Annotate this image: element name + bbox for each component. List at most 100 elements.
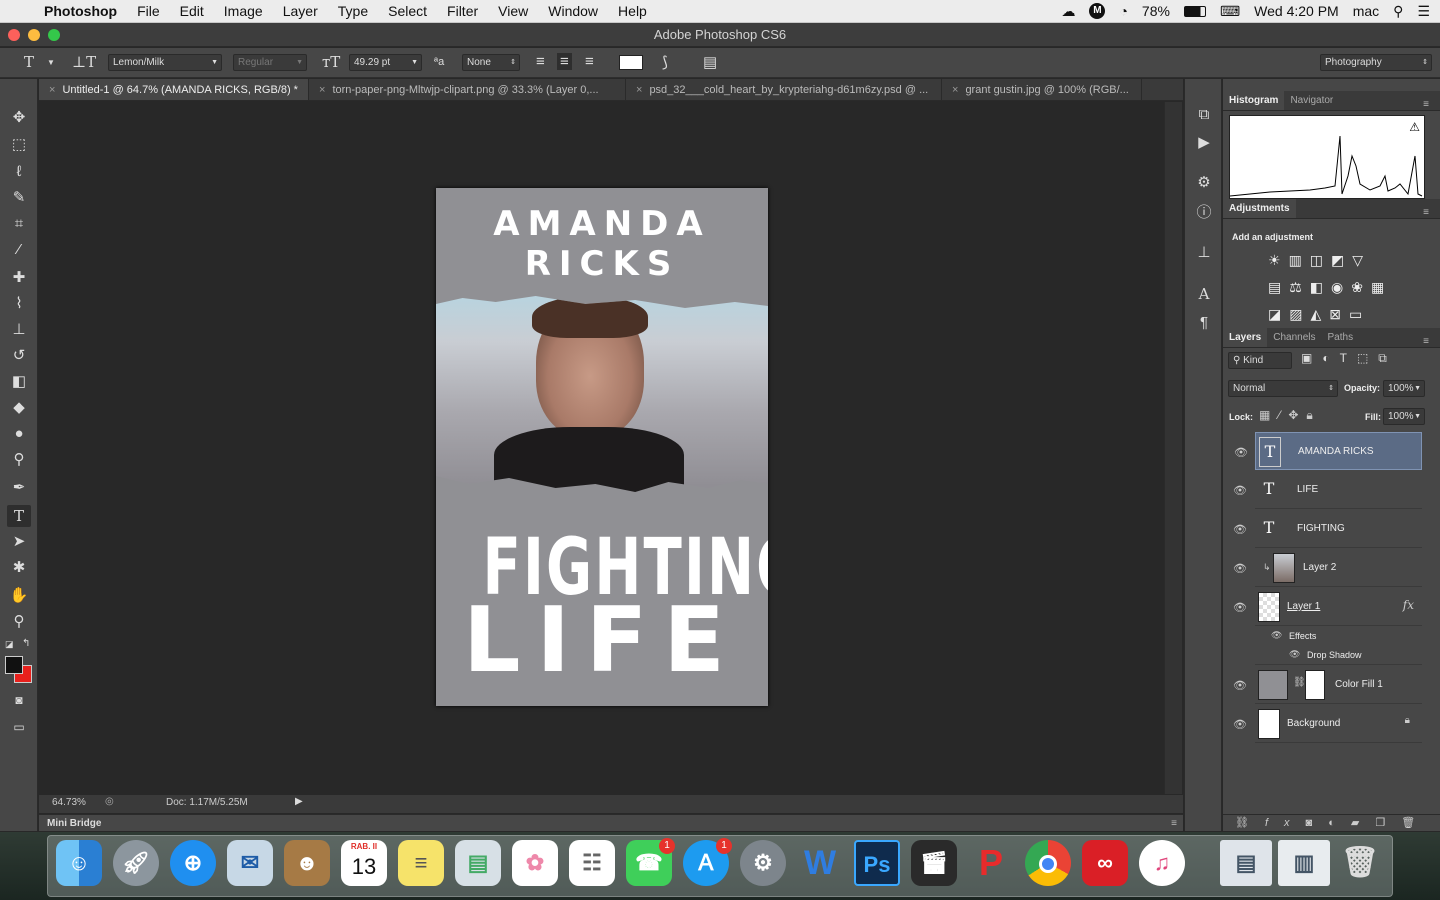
info-panel-icon[interactable]: ⓘ [1194,203,1214,223]
color-balance-icon[interactable]: ⚖ [1289,279,1310,295]
dock-preview-icon[interactable]: ▤ [455,840,501,886]
screen-mode-icon[interactable]: ▭ [7,716,31,738]
keyboard-layout-icon[interactable]: ⌨ [1220,3,1240,20]
menu-select[interactable]: Select [378,3,437,19]
lock-all-icon[interactable]: 🔒︎ [1306,408,1320,422]
history-panel-icon[interactable]: ⧉ [1194,105,1214,125]
panel-menu-icon[interactable]: ≡ [1417,332,1435,352]
fill-input[interactable]: 100% ▼ [1383,408,1425,425]
tab-layers[interactable]: Layers [1223,328,1268,347]
dock-launchpad-icon[interactable]: 🚀︎ [113,840,159,886]
dock-photoshop-icon[interactable]: Ps [854,840,900,886]
crop-tool-icon[interactable]: ⌗ [7,213,31,235]
brush-tool-icon[interactable]: ⌇ [7,293,31,315]
foreground-color-swatch[interactable] [5,656,23,674]
close-tab-icon[interactable]: × [636,84,642,96]
dock-final-cut-icon[interactable]: 🎬︎ [911,840,957,886]
clone-source-icon[interactable]: ⊥ [1194,243,1214,263]
visibility-eye-icon[interactable]: 👁︎ [1226,679,1254,692]
layer-1[interactable]: 👁︎ Layer 1 fx [1233,588,1422,626]
layer-kind-filter[interactable]: ⚲ Kind [1228,352,1292,369]
text-color-swatch[interactable] [619,55,643,70]
document-canvas[interactable]: AMANDA RICKS FIGHTING LIFE [436,188,768,706]
dock-photos-icon[interactable]: ✿ [512,840,558,886]
healing-brush-tool-icon[interactable]: ✚ [7,267,31,289]
new-adjustment-layer-icon[interactable]: ◐ [1328,817,1351,829]
layer-effects-fx-icon[interactable]: fx [1403,598,1414,612]
link-layers-icon[interactable]: ⛓ [1235,817,1265,829]
toggle-text-orientation-icon[interactable]: ⊥T [72,53,96,71]
delete-layer-icon[interactable]: 🗑︎ [1401,817,1431,829]
character-panel-icon[interactable]: ▤ [703,53,717,71]
filter-adjustment-icon[interactable]: ◐ [1322,351,1339,365]
zoom-window-button[interactable] [48,29,60,41]
preset-dropdown-icon[interactable]: ▼ [47,58,55,67]
visibility-eye-icon[interactable]: 👁︎ [1226,562,1254,575]
effects-eye-icon[interactable]: 👁︎ [1271,630,1282,641]
battery-percent[interactable]: 78% [1142,3,1170,19]
close-tab-icon[interactable]: × [319,84,325,96]
lasso-tool-icon[interactable]: ℓ [7,161,31,183]
zoom-tool-icon[interactable]: ⚲ [7,611,31,633]
tab-channels[interactable]: Channels [1267,328,1321,347]
menu-edit[interactable]: Edit [170,3,214,19]
dock-notes-icon[interactable]: ≡ [398,840,444,886]
type-tool-preset-icon[interactable]: T [24,53,34,71]
type-tool-icon[interactable]: T [7,505,31,527]
dock-downloads-stack-icon[interactable]: ▤ [1220,840,1272,886]
vibrance-icon[interactable]: ▽ [1352,252,1371,268]
blend-mode-select[interactable]: Normal ⇕ [1228,380,1338,397]
layer-background[interactable]: 👁︎ Background 🔒︎ [1233,705,1422,743]
selective-color-icon[interactable]: ⊠ [1329,306,1349,322]
menu-app-name[interactable]: Photoshop [40,3,127,19]
user-name[interactable]: mac [1353,3,1379,19]
channel-mixer-icon[interactable]: ❀ [1351,279,1371,295]
lock-position-icon[interactable]: ✥ [1288,408,1306,422]
menu-filter[interactable]: Filter [437,3,488,19]
visibility-eye-icon[interactable]: 👁︎ [1226,484,1254,497]
align-center-icon[interactable]: ≡ [557,53,572,70]
dock-contacts-icon[interactable]: ☻ [284,840,330,886]
panel-menu-icon[interactable]: ≡ [1171,815,1177,832]
tab-grant-gustin[interactable]: × grant gustin.jpg @ 100% (RGB/... [942,79,1142,100]
add-layer-style-icon[interactable]: fx [1265,817,1306,829]
eraser-tool-icon[interactable]: ◧ [7,371,31,393]
battery-icon[interactable] [1183,5,1206,17]
brightness-icon[interactable]: ☀ [1268,252,1289,268]
drop-shadow-row[interactable]: 👁︎ Drop Shadow [1255,646,1422,665]
menu-type[interactable]: Type [328,3,378,19]
filter-type-icon[interactable]: T [1340,351,1357,365]
opacity-input[interactable]: 100% ▼ [1383,380,1425,397]
custom-shape-tool-icon[interactable]: ✱ [7,557,31,579]
menu-image[interactable]: Image [214,3,273,19]
dock-trash-icon[interactable]: 🗑︎ [1337,840,1383,886]
new-group-icon[interactable]: ▰ [1351,817,1375,829]
clone-stamp-tool-icon[interactable]: ⊥ [7,319,31,341]
dock-acrobat-icon[interactable]: P [968,840,1014,886]
mini-bridge-bar[interactable]: Mini Bridge ≡ [39,814,1183,831]
drop-shadow-eye-icon[interactable]: 👁︎ [1289,649,1300,660]
blur-tool-icon[interactable]: ● [7,423,31,445]
layer-amanda-ricks[interactable]: 👁︎ T AMANDA RICKS [1234,432,1422,470]
layer-life[interactable]: 👁︎ T LIFE [1233,471,1422,509]
add-mask-icon[interactable]: ◙ [1306,817,1329,829]
dock-creative-cloud-icon[interactable]: ∞ [1082,840,1128,886]
close-tab-icon[interactable]: × [952,84,958,96]
layer-link-icon[interactable]: ⛓ [1293,677,1306,688]
tab-untitled-1[interactable]: × Untitled-1 @ 64.7% (AMANDA RICKS, RGB/8… [39,79,309,100]
color-lookup-icon[interactable]: ▦ [1371,279,1392,295]
warp-text-icon[interactable]: ⟆ [662,53,668,71]
font-family-select[interactable]: Lemon/Milk ▼ [108,54,222,71]
menu-window[interactable]: Window [538,3,608,19]
font-size-select[interactable]: 49.29 pt ▼ [349,54,422,71]
filter-smart-object-icon[interactable]: ⧉ [1378,351,1397,365]
invert-icon[interactable]: ◪ [1268,306,1289,322]
layer-color-fill-1[interactable]: 👁︎ ⛓ Color Fill 1 [1233,666,1422,704]
tab-adjustments[interactable]: Adjustments [1223,199,1296,218]
visibility-eye-icon[interactable]: 👁︎ [1227,446,1255,459]
history-brush-tool-icon[interactable]: ↺ [7,345,31,367]
panel-menu-icon[interactable]: ≡ [1417,203,1435,223]
canvas-area[interactable]: AMANDA RICKS FIGHTING LIFE [39,102,1164,794]
spotlight-search-icon[interactable]: ⚲ [1393,3,1403,20]
tab-cold-heart-psd[interactable]: × psd_32___cold_heart_by_krypteriahg-d61m… [626,79,942,100]
